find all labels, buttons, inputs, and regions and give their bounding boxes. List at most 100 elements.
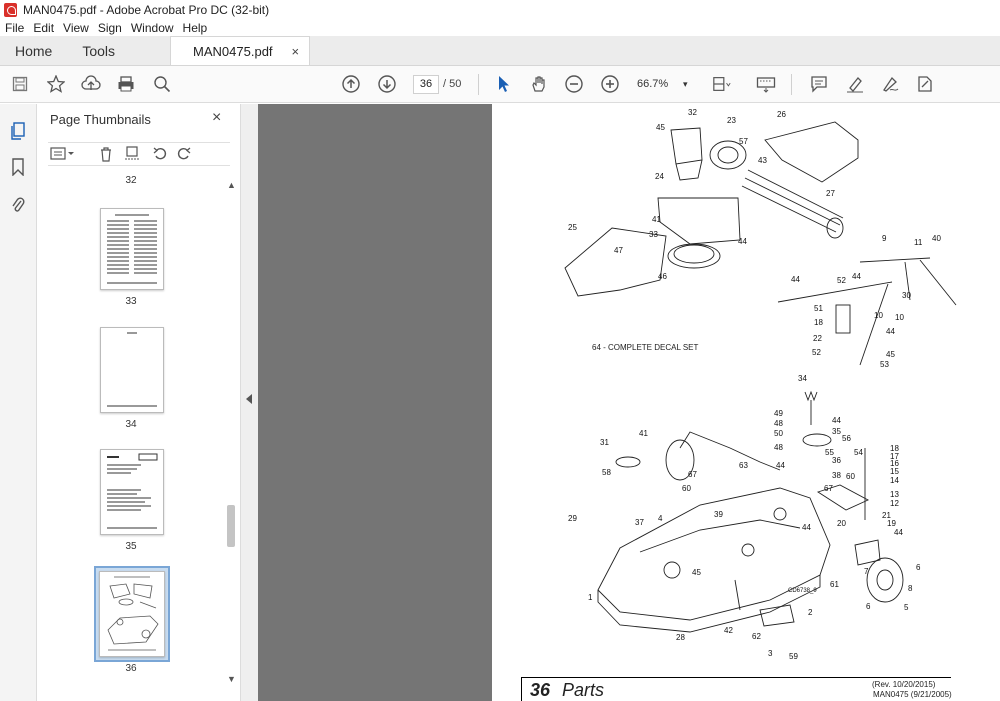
callout: 1 [588, 593, 593, 602]
callout: 10 [874, 311, 883, 320]
callout: 36 [832, 456, 841, 465]
thumbnail-page-36 [99, 571, 165, 657]
left-navigation-rail [0, 104, 37, 701]
cloud-upload-icon[interactable] [81, 74, 101, 94]
menu-help[interactable]: Help [183, 21, 208, 35]
callout: 60 [682, 484, 691, 493]
rotate-counterclockwise-icon[interactable] [152, 146, 168, 165]
callout: 22 [813, 334, 822, 343]
thumbnail-page-34[interactable] [100, 327, 164, 413]
callout: 67 [688, 470, 697, 479]
callout: 44 [802, 523, 811, 532]
callout: 29 [568, 514, 577, 523]
menu-view[interactable]: View [63, 21, 89, 35]
thumbnail-options-icon[interactable] [50, 146, 76, 165]
callout: 45 [886, 350, 895, 359]
keyboard-tool-icon[interactable] [756, 74, 776, 94]
callout: 48 [774, 419, 783, 428]
callout: 30 [902, 291, 911, 300]
callout: 51 [814, 304, 823, 313]
callout: 7 [864, 567, 869, 576]
delete-page-icon[interactable] [98, 146, 114, 165]
thumbnails-panel-title: Page Thumbnails [50, 112, 151, 127]
window-title-bar: MAN0475.pdf - Adobe Acrobat Pro DC (32-b… [0, 0, 1000, 20]
thumbnail-label-34: 34 [125, 419, 137, 430]
callout: 67 [824, 484, 833, 493]
callout: 39 [714, 510, 723, 519]
bookmarks-icon[interactable] [9, 158, 27, 177]
insert-page-icon[interactable] [124, 146, 140, 165]
comment-icon[interactable] [809, 74, 829, 94]
bookmark-star-icon[interactable] [46, 74, 66, 94]
page-fit-icon[interactable] [712, 74, 732, 94]
menu-file[interactable]: File [5, 21, 24, 35]
thumbnail-page-33[interactable] [100, 208, 164, 290]
page-total-label: / 50 [443, 78, 462, 90]
page-number-input[interactable]: 36 [413, 75, 439, 94]
tab-document[interactable]: MAN0475.pdf × [170, 36, 311, 65]
callout: 19 [887, 519, 896, 528]
main-toolbar: 36 / 50 66.7% ▾ [0, 66, 1000, 103]
thumbnails-scrollbar[interactable]: ▲ ▼ [225, 180, 237, 685]
callout: 34 [798, 374, 807, 383]
callout: 28 [676, 633, 685, 642]
collapse-panel-arrow-icon[interactable] [246, 394, 252, 404]
hand-tool-icon[interactable] [529, 74, 549, 94]
search-zoom-icon[interactable] [152, 74, 172, 94]
callout: 12 [890, 499, 899, 508]
attachments-paperclip-icon[interactable] [9, 196, 27, 214]
tab-home[interactable]: Home [0, 36, 67, 65]
panel-collapse-bar[interactable] [240, 104, 258, 701]
tab-bar: Home Tools MAN0475.pdf × [0, 36, 1000, 66]
rotate-clockwise-icon[interactable] [176, 146, 192, 165]
callout: 31 [600, 438, 609, 447]
callout: 56 [842, 434, 851, 443]
tab-tools[interactable]: Tools [67, 36, 130, 65]
callout: 62 [752, 632, 761, 641]
callout: 15 [890, 467, 899, 476]
callout: 4 [658, 514, 663, 523]
print-icon[interactable] [116, 74, 136, 94]
manual-reference: MAN0475 (9/21/2005) [873, 690, 952, 699]
select-cursor-icon[interactable] [494, 74, 514, 94]
scroll-up-icon[interactable]: ▲ [227, 180, 236, 190]
callout: 44 [832, 416, 841, 425]
tab-close-icon[interactable]: × [291, 44, 299, 59]
zoom-in-icon[interactable] [600, 74, 620, 94]
thumbnail-page-36-selected[interactable] [94, 566, 170, 662]
callout: 6 [866, 602, 871, 611]
parts-exploded-diagram [564, 121, 957, 633]
revision-date: (Rev. 10/20/2015) [872, 680, 936, 689]
previous-page-icon[interactable] [341, 74, 361, 94]
callout: 45 [692, 568, 701, 577]
thumbnail-label-36: 36 [125, 663, 137, 674]
zoom-level-dropdown[interactable]: 66.7% ▾ [637, 75, 693, 94]
page-section-title: Parts [562, 680, 605, 700]
callout: 44 [791, 275, 800, 284]
callout: 37 [635, 518, 644, 527]
thumbnail-page-35[interactable] [100, 449, 164, 535]
thumbnail-label-32: 32 [125, 175, 137, 186]
menu-window[interactable]: Window [131, 21, 174, 35]
callout: 41 [639, 429, 648, 438]
menu-sign[interactable]: Sign [98, 21, 122, 35]
callout: 33 [649, 230, 658, 239]
close-icon[interactable]: × [212, 109, 221, 127]
page-thumbnails-icon[interactable] [9, 122, 27, 140]
highlight-pen-icon[interactable] [845, 74, 865, 94]
callout: 9 [882, 234, 887, 243]
pdf-page: 32 45 23 26 57 43 24 27 41 44 25 33 47 9… [492, 104, 1000, 701]
sign-pen-icon[interactable] [880, 74, 900, 94]
menu-edit[interactable]: Edit [33, 21, 54, 35]
save-icon[interactable] [10, 74, 30, 94]
thumbnails-scroll-thumb[interactable] [227, 505, 235, 547]
callout: 13 [890, 490, 899, 499]
callout: 5 [904, 603, 909, 612]
next-page-icon[interactable] [377, 74, 397, 94]
scroll-down-icon[interactable]: ▼ [227, 674, 236, 684]
fill-sign-icon[interactable] [915, 74, 935, 94]
chevron-down-icon: ▾ [683, 79, 688, 89]
zoom-out-icon[interactable] [564, 74, 584, 94]
callout: 57 [739, 137, 748, 146]
callout: 25 [568, 223, 577, 232]
